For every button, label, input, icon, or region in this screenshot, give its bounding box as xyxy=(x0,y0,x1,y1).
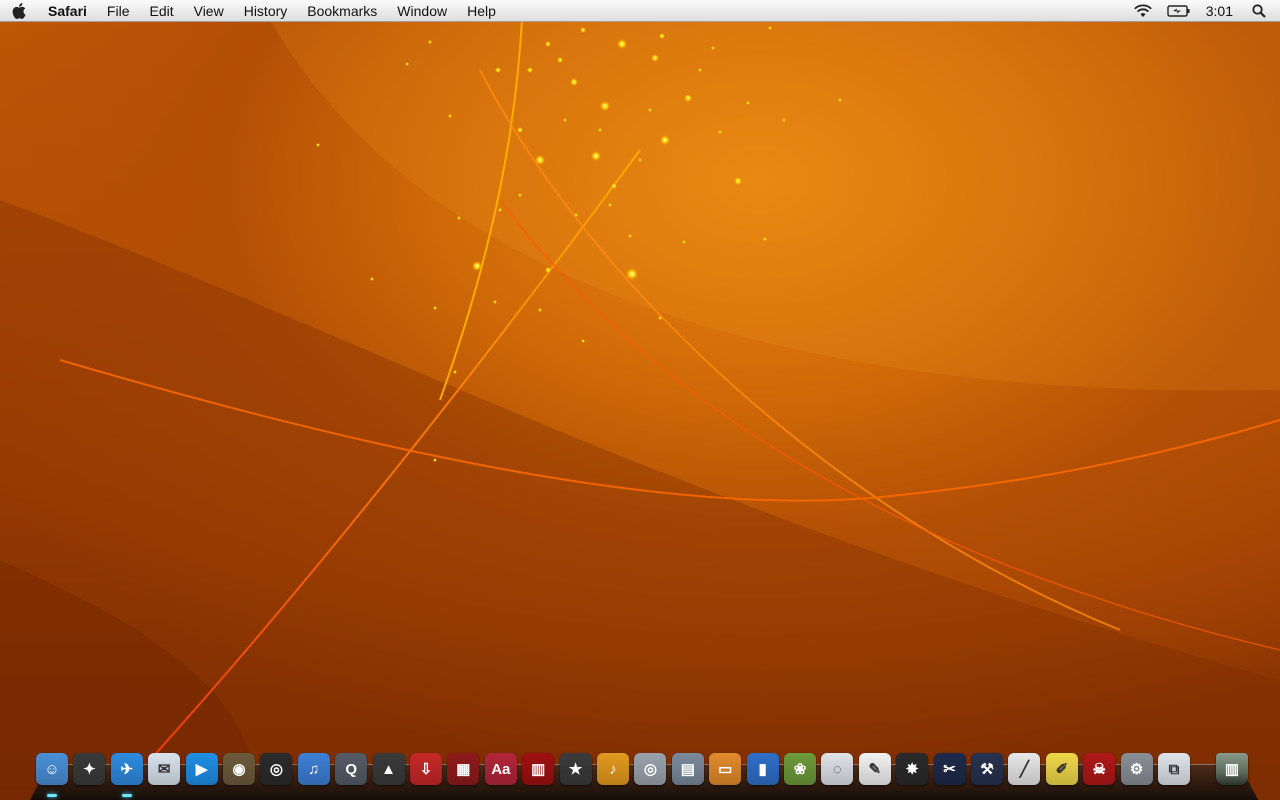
photo-slides-icon[interactable]: ▦ xyxy=(447,753,480,785)
game-icon[interactable]: ☠ xyxy=(1083,753,1116,785)
wallpaper-art xyxy=(0,19,1280,800)
trash-icon[interactable]: ▥ xyxy=(1216,753,1248,785)
menu-history[interactable]: History xyxy=(234,0,298,22)
curtain-icon[interactable]: ▥ xyxy=(522,753,555,785)
dock-running-indicator xyxy=(47,794,57,797)
finder-icon[interactable]: ☺ xyxy=(36,753,68,785)
dock: ☺ ✦ ✈ ✉ ▶ ◉ ◎ ♫ Q ▲ ⇩ ▦ Aa ▥ ★ ♪ ◎ ▤ ▭ ▮ ❀ ◌ ✎ ✸ ✂ ⚒ ╱ ✐ ☠ ⚙ ⧉ ▥ xyxy=(30,748,1258,800)
numbers-icon[interactable]: ▮ xyxy=(746,753,779,785)
wifi-icon[interactable] xyxy=(1126,0,1160,22)
menu-bookmarks[interactable]: Bookmarks xyxy=(297,0,387,22)
downloads-icon[interactable]: ⇩ xyxy=(410,753,442,785)
menu-help[interactable]: Help xyxy=(457,0,506,22)
system-preferences-icon[interactable]: ⚙ xyxy=(1120,753,1153,785)
mail-icon[interactable]: ✉ xyxy=(148,753,181,785)
menu-extras: 3:01 xyxy=(1126,0,1280,22)
imovie-icon[interactable]: ★ xyxy=(559,753,592,785)
safari-icon[interactable]: ✈ xyxy=(110,753,143,785)
pages-icon[interactable]: ▭ xyxy=(709,753,742,785)
dvd-player-icon[interactable]: ◎ xyxy=(634,753,667,785)
itunes-icon[interactable]: ♫ xyxy=(297,753,330,785)
iphoto-icon[interactable]: ❀ xyxy=(784,753,816,785)
launchpad-icon[interactable]: ✦ xyxy=(73,753,106,785)
facetime-icon[interactable]: ▶ xyxy=(185,753,218,785)
final-cut-icon[interactable]: ✂ xyxy=(933,753,966,785)
menu-edit[interactable]: Edit xyxy=(139,0,183,22)
apple-menu-icon[interactable] xyxy=(0,0,38,22)
menu-file[interactable]: File xyxy=(97,0,140,22)
photo-booth-icon[interactable]: ◉ xyxy=(223,753,255,785)
menu-view[interactable]: View xyxy=(184,0,234,22)
xcode-icon[interactable]: ⚒ xyxy=(971,753,1003,785)
menu-app-name[interactable]: Safari xyxy=(38,0,97,22)
pen-tool-icon[interactable]: ╱ xyxy=(1008,753,1041,785)
menu-window[interactable]: Window xyxy=(387,0,457,22)
dictionary-icon[interactable]: Aa xyxy=(484,753,517,785)
menu-clock[interactable]: 3:01 xyxy=(1198,3,1245,19)
vlc-icon[interactable]: ▲ xyxy=(372,753,405,785)
textedit-icon[interactable]: ✎ xyxy=(858,753,891,785)
aperture-icon[interactable]: ◎ xyxy=(260,753,293,785)
battery-icon[interactable] xyxy=(1160,0,1198,22)
spotlight-search-icon[interactable] xyxy=(1245,0,1280,22)
color-picker-icon[interactable]: ✸ xyxy=(896,753,929,785)
garageband-icon[interactable]: ♪ xyxy=(597,753,629,785)
parallels-icon[interactable]: ⧉ xyxy=(1158,753,1190,785)
quicktime-icon[interactable]: Q xyxy=(335,753,368,785)
stickies-icon[interactable]: ✐ xyxy=(1045,753,1078,785)
preview-icon[interactable]: ▤ xyxy=(671,753,704,785)
menu-bar: Safari File Edit View History Bookmarks … xyxy=(0,0,1280,22)
dock-running-indicator xyxy=(121,794,132,797)
desktop-wallpaper xyxy=(0,0,1280,800)
ical-icon[interactable]: ◌ xyxy=(821,753,854,785)
